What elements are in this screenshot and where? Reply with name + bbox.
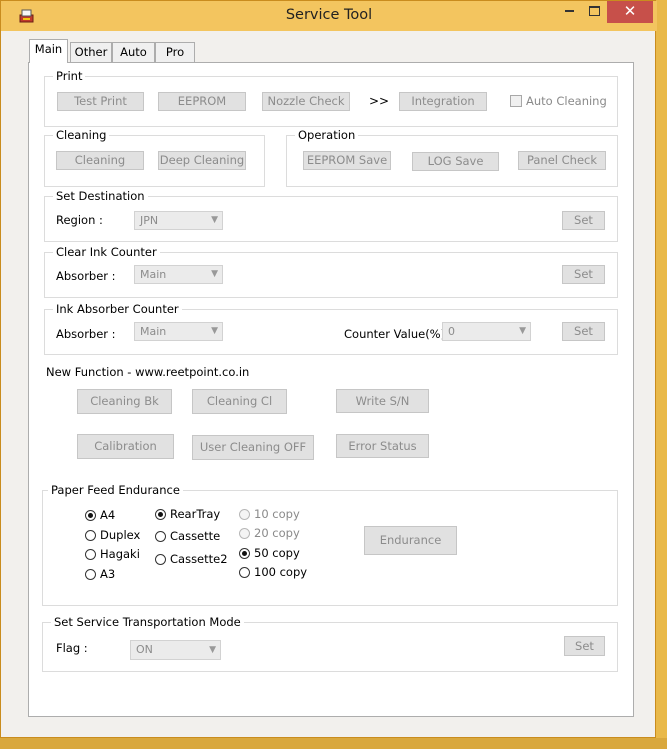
operation-legend: Operation	[295, 128, 359, 142]
panel-check-button[interactable]: Panel Check	[518, 151, 606, 170]
tab-other[interactable]: Other	[70, 42, 112, 62]
deep-cleaning-button[interactable]: Deep Cleaning	[158, 151, 246, 170]
size-a4-label: A4	[100, 508, 116, 522]
minimize-icon	[564, 9, 574, 12]
paper-feed-endurance-legend: Paper Feed Endurance	[48, 483, 183, 497]
counter-value-label: Counter Value(%) :	[344, 327, 453, 341]
endurance-button[interactable]: Endurance	[364, 526, 457, 555]
service-tool-window: Service Tool ✕ Main Other Auto Pro Print…	[0, 0, 657, 738]
transportation-mode-legend: Set Service Transportation Mode	[51, 615, 244, 629]
transportation-mode-group	[42, 622, 618, 672]
auto-cleaning-checkbox[interactable]	[510, 95, 522, 107]
chevron-down-icon: ▼	[519, 326, 526, 336]
copy-50-radio[interactable]	[239, 548, 250, 559]
clear-absorber-label: Absorber :	[56, 269, 116, 283]
size-hagaki-label: Hagaki	[100, 547, 140, 561]
cleaning-cl-button[interactable]: Cleaning Cl	[192, 389, 287, 414]
tray-cassette-label: Cassette	[170, 529, 221, 543]
size-a4-radio[interactable]	[85, 510, 96, 521]
cleaning-bk-button[interactable]: Cleaning Bk	[77, 389, 172, 414]
set-destination-legend: Set Destination	[53, 189, 148, 203]
clear-absorber-value: Main	[140, 268, 167, 281]
eeprom-button[interactable]: EEPROM	[158, 92, 246, 111]
size-a3-radio[interactable]	[85, 569, 96, 580]
tray-cassette2-label: Cassette2	[170, 552, 228, 566]
size-hagaki-radio[interactable]	[85, 549, 96, 560]
region-select[interactable]: JPN ▼	[134, 211, 223, 230]
ink-absorber-select[interactable]: Main ▼	[134, 322, 223, 341]
integration-button[interactable]: Integration	[399, 92, 487, 111]
ink-absorber-set-button[interactable]: Set	[562, 322, 605, 341]
size-duplex-radio[interactable]	[85, 530, 96, 541]
tab-main[interactable]: Main	[29, 39, 68, 63]
flag-label: Flag :	[56, 641, 88, 655]
counter-value: 0	[448, 325, 455, 338]
maximize-icon	[588, 5, 600, 16]
flag-select[interactable]: ON ▼	[130, 640, 221, 660]
chevron-down-icon: ▼	[211, 326, 218, 336]
size-a3-label: A3	[100, 567, 116, 581]
write-sn-button[interactable]: Write S/N	[336, 389, 429, 413]
tray-cassette-radio[interactable]	[155, 531, 166, 542]
clear-ink-set-button[interactable]: Set	[562, 265, 605, 284]
tray-reartray-radio[interactable]	[155, 509, 166, 520]
tray-reartray-label: RearTray	[170, 507, 221, 521]
ink-absorber-value: Main	[140, 325, 167, 338]
copy-10-label: 10 copy	[254, 507, 300, 521]
error-status-button[interactable]: Error Status	[336, 434, 429, 458]
tray-cassette2-radio[interactable]	[155, 554, 166, 565]
clear-absorber-select[interactable]: Main ▼	[134, 265, 223, 284]
nozzle-check-button[interactable]: Nozzle Check	[262, 92, 350, 111]
copy-50-label: 50 copy	[254, 546, 300, 560]
chevron-down-icon: ▼	[211, 215, 218, 225]
eeprom-save-button[interactable]: EEPROM Save	[303, 151, 391, 170]
new-function-heading: New Function - www.reetpoint.co.in	[46, 365, 250, 379]
copy-20-label: 20 copy	[254, 526, 300, 540]
region-label: Region :	[56, 213, 103, 227]
set-destination-set-button[interactable]: Set	[562, 211, 605, 230]
counter-value-select[interactable]: 0 ▼	[442, 322, 531, 341]
copy-20-radio[interactable]	[239, 528, 250, 539]
copy-10-radio[interactable]	[239, 509, 250, 520]
region-value: JPN	[140, 214, 159, 227]
copy-100-label: 100 copy	[254, 565, 308, 579]
auto-cleaning-label: Auto Cleaning	[526, 94, 607, 108]
close-button[interactable]: ✕	[607, 1, 653, 23]
close-icon: ✕	[623, 2, 637, 20]
test-print-button[interactable]: Test Print	[57, 92, 144, 111]
cleaning-button[interactable]: Cleaning	[56, 151, 144, 170]
log-save-button[interactable]: LOG Save	[412, 152, 499, 171]
print-legend: Print	[53, 69, 86, 83]
flag-value: ON	[136, 643, 153, 656]
minimize-button[interactable]	[557, 1, 581, 23]
tab-pro[interactable]: Pro	[155, 42, 195, 62]
calibration-button[interactable]: Calibration	[77, 434, 174, 459]
clear-ink-counter-legend: Clear Ink Counter	[53, 245, 160, 259]
tab-auto[interactable]: Auto	[112, 42, 155, 62]
arrows-label: >>	[369, 94, 390, 108]
size-duplex-label: Duplex	[100, 528, 141, 542]
taskbar	[0, 738, 667, 749]
chevron-down-icon: ▼	[211, 269, 218, 279]
cleaning-legend: Cleaning	[53, 128, 110, 142]
transportation-set-button[interactable]: Set	[564, 636, 605, 656]
copy-100-radio[interactable]	[239, 567, 250, 578]
user-cleaning-off-button[interactable]: User Cleaning OFF	[192, 435, 314, 460]
maximize-button[interactable]	[582, 1, 606, 23]
ink-absorber-label: Absorber :	[56, 327, 116, 341]
ink-absorber-counter-legend: Ink Absorber Counter	[53, 302, 182, 316]
title-bar[interactable]: Service Tool ✕	[1, 1, 657, 31]
chevron-down-icon: ▼	[209, 645, 216, 655]
